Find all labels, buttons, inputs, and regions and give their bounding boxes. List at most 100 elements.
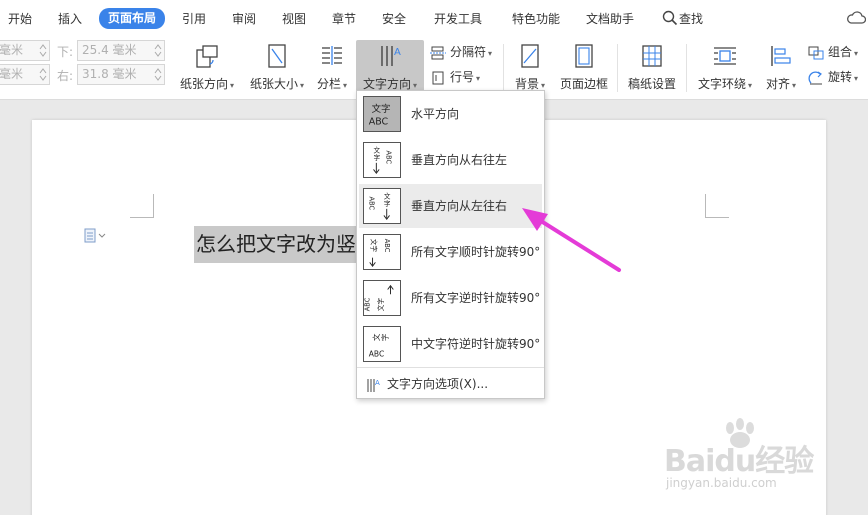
- text-direction-button[interactable]: A 文字方向 ▾: [356, 40, 424, 96]
- align-button[interactable]: 对齐 ▾: [762, 40, 800, 96]
- svg-text:字: 字: [380, 333, 390, 341]
- orientation-icon: [196, 45, 218, 68]
- bottom-margin-field[interactable]: 25.4 毫米: [77, 40, 165, 61]
- spinner-arrows-icon[interactable]: [154, 43, 162, 58]
- dd-item-label: 垂直方向从左往右: [411, 199, 508, 213]
- paper-size-label: 纸张大小: [249, 77, 298, 91]
- group-button[interactable]: 组合 ▾: [808, 42, 858, 62]
- right-margin-value: 31.8 毫米: [82, 67, 137, 81]
- line-number-label: 行号: [450, 70, 475, 84]
- line-number-icon: [432, 71, 444, 84]
- text-wrap-label: 文字环绕: [697, 77, 746, 91]
- options-label: 文字方向选项(X)...: [387, 377, 489, 391]
- columns-icon: [322, 46, 342, 65]
- page-break-icon: [430, 46, 446, 59]
- align-icon: [771, 46, 791, 66]
- separator-label: 分隔符: [450, 45, 487, 59]
- dd-item-vertical-ltr[interactable]: ABC 文字 垂直方向从左往右: [359, 184, 542, 228]
- left-margin-field[interactable]: 毫米: [0, 64, 50, 85]
- bottom-margin-value: 25.4 毫米: [82, 43, 137, 57]
- svg-text:A: A: [394, 47, 401, 58]
- dd-item-horizontal[interactable]: 文字 ABC 水平方向: [359, 92, 542, 136]
- separator-button[interactable]: 分隔符 ▾: [430, 42, 492, 62]
- text-direction-dropdown: 文字 ABC 水平方向 ABC 文字 垂直方向从右往左 ABC 文字 垂直方向从…: [356, 90, 545, 399]
- paper-size-icon: [268, 44, 286, 68]
- svg-text:文字: 文字: [370, 239, 379, 253]
- background-button[interactable]: 背景 ▾: [510, 40, 550, 96]
- ribbon-divider: [686, 44, 687, 92]
- tab-start[interactable]: 开始: [8, 9, 32, 29]
- line-number-button[interactable]: 行号 ▾: [430, 67, 480, 87]
- page-border-button[interactable]: 页面边框: [556, 40, 612, 96]
- right-margin-label: 右:: [57, 69, 74, 83]
- tab-insert[interactable]: 插入: [58, 9, 82, 29]
- watermark-url: jingyan.baidu.com: [666, 476, 777, 490]
- watermark-brand: Baidu经验: [664, 444, 814, 479]
- tab-special[interactable]: 特色功能: [512, 9, 560, 29]
- svg-text:字: 字: [384, 199, 391, 208]
- tab-page-layout[interactable]: 页面布局: [99, 8, 166, 29]
- align-label: 对齐: [765, 77, 790, 91]
- tab-doc-assistant[interactable]: 文档助手: [586, 9, 634, 29]
- background-icon: [521, 44, 539, 68]
- dd-item-rotate-cw[interactable]: ABC 文字 所有文字顺时针旋转90°: [359, 230, 542, 274]
- text-wrap-button[interactable]: 文字环绕 ▾: [694, 40, 756, 96]
- search-label[interactable]: 查找: [679, 9, 703, 29]
- grid-paper-button[interactable]: 稿纸设置: [624, 40, 680, 96]
- rotate-icon: [808, 71, 822, 84]
- dd-item-label: 垂直方向从右往左: [411, 153, 508, 167]
- tab-security[interactable]: 安全: [382, 9, 406, 29]
- menubar: 开始 插入 页面布局 引用 审阅 视图 章节 安全 开发工具 特色功能 文档助手…: [0, 0, 868, 36]
- baidu-watermark: Baidu经验 jingyan.baidu.com: [664, 418, 824, 498]
- tab-developer[interactable]: 开发工具: [434, 9, 482, 29]
- paragraph-layout-icon[interactable]: [84, 228, 108, 244]
- dd-item-cjk-ccw[interactable]: 文 字 ABC 中文字符逆时针旋转90°: [359, 322, 542, 366]
- search-icon[interactable]: [662, 10, 678, 26]
- ribbon-divider: [503, 44, 504, 92]
- background-label: 背景: [514, 77, 539, 91]
- dropdown-divider: [357, 367, 544, 368]
- spinner-arrows-icon[interactable]: [154, 67, 162, 82]
- tab-view[interactable]: 视图: [282, 9, 306, 29]
- rotate-button[interactable]: 旋转 ▾: [808, 67, 858, 87]
- paper-size-button[interactable]: 纸张大小 ▾: [244, 40, 310, 96]
- page-border-label: 页面边框: [559, 77, 608, 91]
- tab-sections[interactable]: 章节: [332, 9, 356, 29]
- svg-text:字: 字: [374, 153, 381, 162]
- rotate-label: 旋转: [828, 70, 853, 84]
- svg-text:ABC: ABC: [385, 151, 393, 165]
- svg-text:ABC: ABC: [364, 297, 372, 311]
- vertical-ltr-icon: ABC 文字: [363, 188, 401, 224]
- vertical-rtl-icon: ABC 文字: [363, 142, 401, 178]
- text-direction-options-item[interactable]: A 文字方向选项(X)...: [365, 374, 488, 394]
- spinner-arrows-icon[interactable]: [39, 43, 47, 58]
- dd-item-label: 水平方向: [411, 107, 460, 121]
- svg-text:文字: 文字: [372, 103, 391, 115]
- columns-button[interactable]: 分栏 ▾: [313, 40, 351, 96]
- top-margin-field[interactable]: 毫米: [0, 40, 50, 61]
- tab-references[interactable]: 引用: [182, 9, 206, 29]
- tab-review[interactable]: 审阅: [232, 9, 256, 29]
- cloud-icon[interactable]: [846, 9, 866, 27]
- svg-text:ABC: ABC: [369, 349, 384, 358]
- group-icon: [808, 46, 824, 59]
- svg-text:ABC: ABC: [368, 197, 376, 211]
- dd-item-vertical-rtl[interactable]: ABC 文字 垂直方向从右往左: [359, 138, 542, 182]
- ribbon-divider: [617, 44, 618, 92]
- dd-item-rotate-ccw[interactable]: ABC 文字 所有文字逆时针旋转90°: [359, 276, 542, 320]
- spinner-arrows-icon[interactable]: [39, 67, 47, 82]
- margin-corner-mark: [705, 194, 729, 218]
- margin-corner-mark: [130, 194, 154, 218]
- right-margin-field[interactable]: 31.8 毫米: [77, 64, 165, 85]
- columns-label: 分栏: [316, 77, 341, 91]
- page-border-icon: [575, 44, 593, 68]
- left-margin-unit: 毫米: [0, 67, 24, 81]
- svg-text:ABC: ABC: [383, 239, 391, 253]
- horizontal-text-icon: 文字 ABC: [363, 96, 401, 132]
- text-direction-label: 文字方向: [362, 77, 411, 91]
- orientation-label: 纸张方向: [179, 77, 228, 91]
- top-margin-unit: 毫米: [0, 43, 24, 57]
- rotate-counterclockwise-text-icon: ABC 文字: [363, 280, 401, 316]
- orientation-button[interactable]: 纸张方向 ▾: [174, 40, 240, 96]
- group-label: 组合: [828, 45, 853, 59]
